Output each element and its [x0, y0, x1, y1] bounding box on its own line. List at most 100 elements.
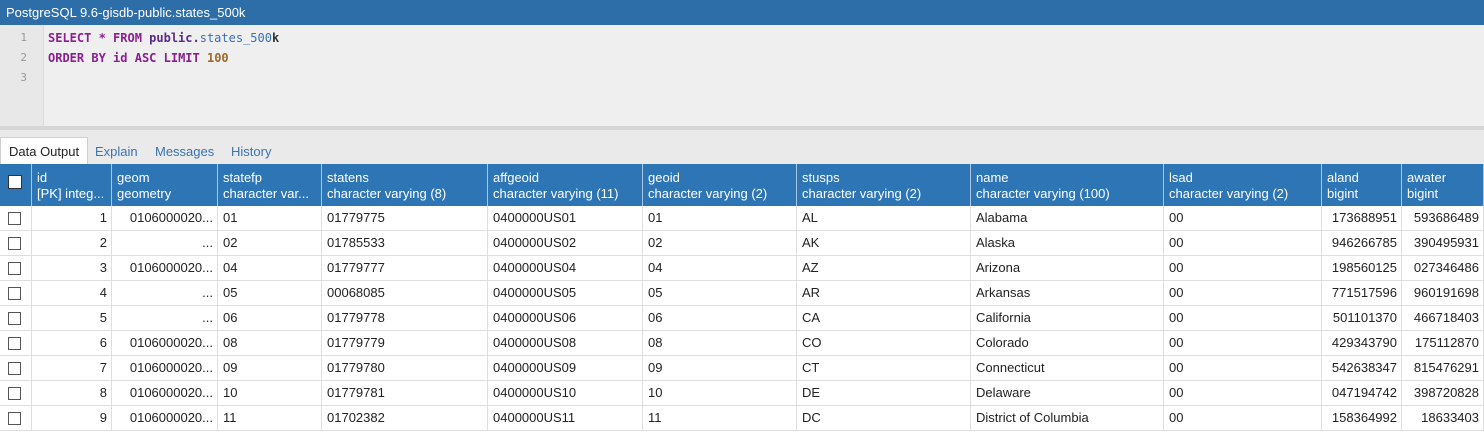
- cell-geoid[interactable]: 10: [643, 381, 797, 405]
- cell-id[interactable]: 6: [32, 331, 112, 355]
- cell-statefp[interactable]: 01: [218, 206, 322, 230]
- cell-statens[interactable]: 01702382: [322, 406, 488, 430]
- cell-stusps[interactable]: DE: [797, 381, 971, 405]
- cell-affgeoid[interactable]: 0400000US02: [488, 231, 643, 255]
- cell-awater[interactable]: 175112870: [1402, 331, 1484, 355]
- cell-geom[interactable]: 0106000020...: [112, 356, 218, 380]
- table-row[interactable]: 2... 02 01785533 0400000US02 02 AK Alaska 00 946…: [0, 231, 1484, 256]
- cell-geoid[interactable]: 11: [643, 406, 797, 430]
- row-checkbox[interactable]: [8, 287, 21, 300]
- column-header-geom[interactable]: geom geometry: [112, 164, 218, 206]
- cell-name[interactable]: California: [971, 306, 1164, 330]
- cell-name[interactable]: Arkansas: [971, 281, 1164, 305]
- cell-awater[interactable]: 398720828: [1402, 381, 1484, 405]
- cell-aland[interactable]: 501101370: [1322, 306, 1402, 330]
- cell-name[interactable]: Arizona: [971, 256, 1164, 280]
- cell-awater[interactable]: 593686489: [1402, 206, 1484, 230]
- row-checkbox[interactable]: [8, 237, 21, 250]
- cell-geom[interactable]: 0106000020...: [112, 331, 218, 355]
- cell-awater[interactable]: 466718403: [1402, 306, 1484, 330]
- cell-lsad[interactable]: 00: [1164, 331, 1322, 355]
- cell-geoid[interactable]: 08: [643, 331, 797, 355]
- cell-id[interactable]: 3: [32, 256, 112, 280]
- cell-aland[interactable]: 047194742: [1322, 381, 1402, 405]
- column-header-statens[interactable]: statens character varying (8): [322, 164, 488, 206]
- cell-affgeoid[interactable]: 0400000US09: [488, 356, 643, 380]
- cell-affgeoid[interactable]: 0400000US10: [488, 381, 643, 405]
- cell-statens[interactable]: 01785533: [322, 231, 488, 255]
- cell-statefp[interactable]: 02: [218, 231, 322, 255]
- row-checkbox[interactable]: [8, 262, 21, 275]
- row-checkbox[interactable]: [8, 337, 21, 350]
- table-row[interactable]: 5... 06 01779778 0400000US06 06 CA California 0…: [0, 306, 1484, 331]
- table-row[interactable]: 9 0106000020... 11 01702382 0400000US11 11 DC D…: [0, 406, 1484, 431]
- cell-awater[interactable]: 027346486: [1402, 256, 1484, 280]
- cell-lsad[interactable]: 00: [1164, 306, 1322, 330]
- cell-geom[interactable]: ...: [112, 231, 218, 255]
- cell-geom[interactable]: 0106000020...: [112, 381, 218, 405]
- cell-affgeoid[interactable]: 0400000US04: [488, 256, 643, 280]
- cell-awater[interactable]: 960191698: [1402, 281, 1484, 305]
- cell-statens[interactable]: 01779777: [322, 256, 488, 280]
- cell-name[interactable]: District of Columbia: [971, 406, 1164, 430]
- row-checkbox[interactable]: [8, 362, 21, 375]
- cell-geoid[interactable]: 09: [643, 356, 797, 380]
- cell-lsad[interactable]: 00: [1164, 256, 1322, 280]
- row-checkbox[interactable]: [8, 312, 21, 325]
- cell-geom[interactable]: 0106000020...: [112, 206, 218, 230]
- cell-stusps[interactable]: AK: [797, 231, 971, 255]
- code-line-1[interactable]: SELECT * FROM public.states_500k: [48, 28, 279, 48]
- cell-aland[interactable]: 158364992: [1322, 406, 1402, 430]
- cell-awater[interactable]: 390495931: [1402, 231, 1484, 255]
- column-header-affgeoid[interactable]: affgeoid character varying (11): [488, 164, 643, 206]
- cell-affgeoid[interactable]: 0400000US11: [488, 406, 643, 430]
- cell-affgeoid[interactable]: 0400000US08: [488, 331, 643, 355]
- cell-stusps[interactable]: AR: [797, 281, 971, 305]
- cell-awater[interactable]: 815476291: [1402, 356, 1484, 380]
- cell-name[interactable]: Delaware: [971, 381, 1164, 405]
- cell-statens[interactable]: 01779775: [322, 206, 488, 230]
- cell-aland[interactable]: 429343790: [1322, 331, 1402, 355]
- column-header-id[interactable]: id [PK] integ...: [32, 164, 112, 206]
- tab-explain[interactable]: Explain: [95, 138, 138, 164]
- cell-geoid[interactable]: 05: [643, 281, 797, 305]
- cell-geoid[interactable]: 02: [643, 231, 797, 255]
- cell-lsad[interactable]: 00: [1164, 281, 1322, 305]
- cell-lsad[interactable]: 00: [1164, 231, 1322, 255]
- cell-awater[interactable]: 18633403: [1402, 406, 1484, 430]
- column-header-awater[interactable]: awater bigint: [1402, 164, 1484, 206]
- cell-statefp[interactable]: 04: [218, 256, 322, 280]
- table-row[interactable]: 8 0106000020... 10 01779781 0400000US10 10 DE D…: [0, 381, 1484, 406]
- column-header-lsad[interactable]: lsad character varying (2): [1164, 164, 1322, 206]
- cell-statefp[interactable]: 10: [218, 381, 322, 405]
- select-all-checkbox[interactable]: [8, 175, 22, 189]
- cell-statefp[interactable]: 05: [218, 281, 322, 305]
- cell-stusps[interactable]: CA: [797, 306, 971, 330]
- cell-stusps[interactable]: DC: [797, 406, 971, 430]
- cell-name[interactable]: Alaska: [971, 231, 1164, 255]
- cell-id[interactable]: 2: [32, 231, 112, 255]
- cell-affgeoid[interactable]: 0400000US01: [488, 206, 643, 230]
- cell-id[interactable]: 4: [32, 281, 112, 305]
- cell-aland[interactable]: 173688951: [1322, 206, 1402, 230]
- cell-statefp[interactable]: 11: [218, 406, 322, 430]
- column-header-statefp[interactable]: statefp character var...: [218, 164, 322, 206]
- cell-id[interactable]: 8: [32, 381, 112, 405]
- cell-lsad[interactable]: 00: [1164, 381, 1322, 405]
- cell-statefp[interactable]: 06: [218, 306, 322, 330]
- column-header-stusps[interactable]: stusps character varying (2): [797, 164, 971, 206]
- table-row[interactable]: 6 0106000020... 08 01779779 0400000US08 08 CO C…: [0, 331, 1484, 356]
- column-header-aland[interactable]: aland bigint: [1322, 164, 1402, 206]
- cell-id[interactable]: 7: [32, 356, 112, 380]
- table-row[interactable]: 1 0106000020... 01 01779775 0400000US01 01 AL A…: [0, 206, 1484, 231]
- column-header-geoid[interactable]: geoid character varying (2): [643, 164, 797, 206]
- row-checkbox[interactable]: [8, 212, 21, 225]
- table-row[interactable]: 7 0106000020... 09 01779780 0400000US09 09 CT C…: [0, 356, 1484, 381]
- cell-statens[interactable]: 01779778: [322, 306, 488, 330]
- cell-name[interactable]: Colorado: [971, 331, 1164, 355]
- cell-statens[interactable]: 01779779: [322, 331, 488, 355]
- cell-aland[interactable]: 198560125: [1322, 256, 1402, 280]
- sql-editor[interactable]: 1 2 3 SELECT * FROM public.states_500k O…: [0, 25, 1484, 126]
- cell-geom[interactable]: 0106000020...: [112, 406, 218, 430]
- cell-stusps[interactable]: AZ: [797, 256, 971, 280]
